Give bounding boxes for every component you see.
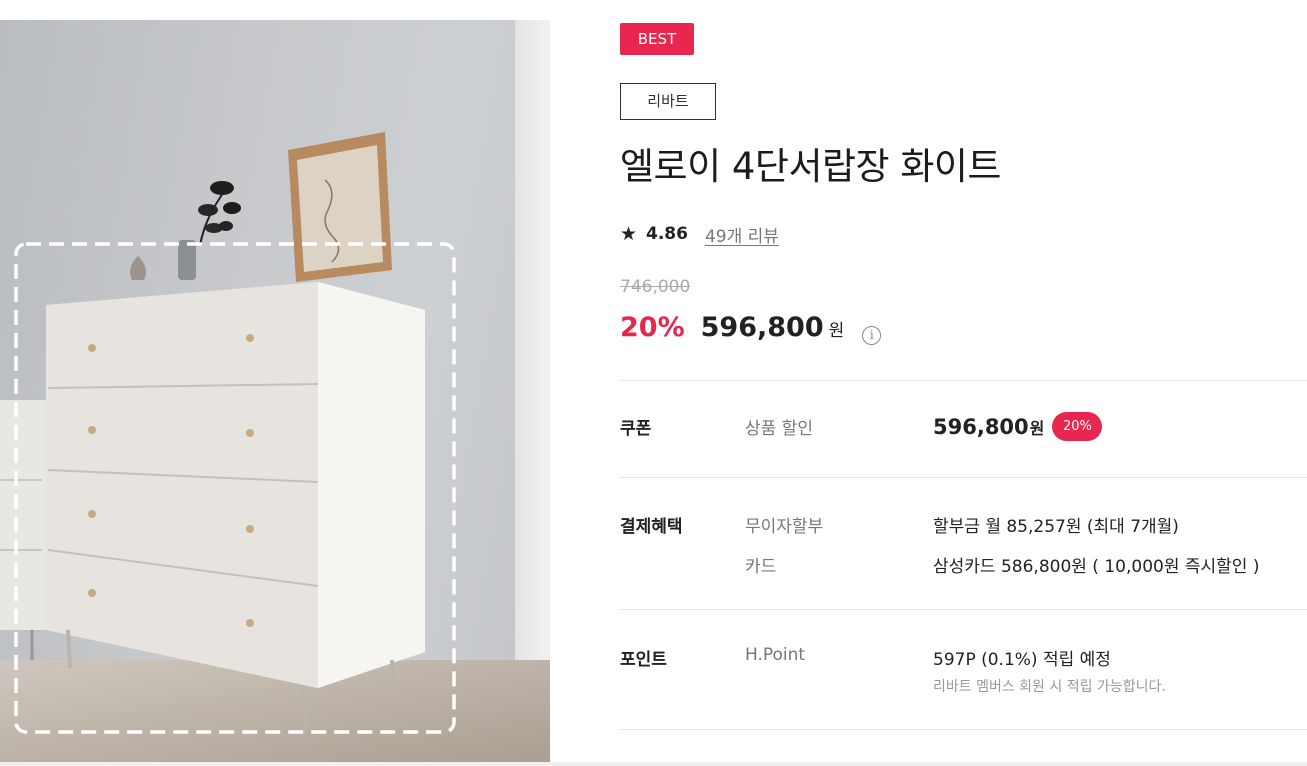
product-info-panel: BEST 리바트 엘로이 4단서랍장 화이트 ★ 4.86 49개 리뷰 746… (620, 0, 1307, 766)
coupon-value: 596,800 원 20% (933, 412, 1103, 441)
review-count-link[interactable]: 49개 리뷰 (705, 222, 779, 247)
product-image[interactable] (0, 20, 550, 762)
coupon-rate-pill: 20% (1052, 412, 1103, 441)
original-price: 746,000 (620, 277, 691, 297)
card-value: 삼성카드 586,800원 ( 10,000원 즉시할인 ) (933, 557, 1260, 577)
picture-frame (288, 132, 392, 282)
coupon-label: 쿠폰 (620, 419, 652, 439)
side-dresser (0, 400, 48, 660)
rating: ★ 4.86 49개 리뷰 (620, 222, 779, 247)
best-badge: BEST (620, 23, 694, 55)
point-value: 597P (0.1%) 적립 예정 (933, 650, 1111, 670)
coupon-currency: 원 (1029, 418, 1045, 438)
point-note: 리바트 멤버스 회원 시 적립 가능합니다. (933, 679, 1166, 695)
card-type: 카드 (745, 557, 777, 577)
divider (620, 609, 1307, 610)
discount-rate: 20% (620, 312, 685, 343)
star-icon: ★ (620, 223, 638, 245)
dresser-illustration (0, 132, 456, 734)
plant (178, 181, 241, 280)
divider (620, 729, 1307, 730)
divider (620, 380, 1307, 381)
divider (620, 477, 1307, 478)
info-circle-icon[interactable]: i (862, 326, 882, 345)
sale-price: 596,800 (700, 312, 824, 343)
main-dresser (46, 282, 425, 733)
currency-unit: 원 (828, 321, 845, 341)
payment-benefit-label: 결제혜택 (620, 517, 683, 537)
coupon-type: 상품 할인 (745, 419, 813, 439)
point-label: 포인트 (620, 650, 667, 670)
page-bottom-border (0, 762, 1307, 766)
sale-price-row: 20% 596,800 원 i (620, 312, 882, 350)
brand-link[interactable]: 리바트 (620, 83, 716, 120)
installment-value: 할부금 월 85,257원 (최대 7개월) (933, 517, 1179, 537)
point-type: H.Point (745, 645, 806, 665)
rating-score: 4.86 (646, 224, 688, 244)
product-title: 엘로이 4단서랍장 화이트 (620, 145, 1001, 188)
vase (130, 256, 146, 280)
installment-type: 무이자할부 (745, 517, 824, 537)
coupon-amount: 596,800 (933, 414, 1029, 439)
